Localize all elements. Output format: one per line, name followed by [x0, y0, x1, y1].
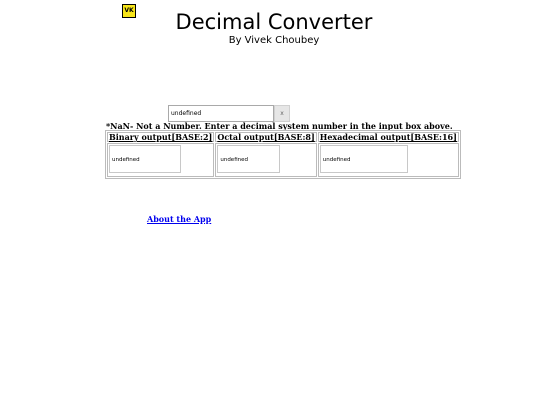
clear-button[interactable]: x — [274, 105, 290, 122]
page-title: Decimal Converter — [175, 10, 373, 34]
close-icon: x — [280, 110, 284, 117]
octal-output-field[interactable]: undefined — [217, 145, 281, 173]
decimal-input-group: x — [168, 105, 290, 122]
author-byline: By Vivek Choubey — [228, 35, 320, 46]
output-header-row: Binary output[BASE:2] Octal output[BASE:… — [107, 132, 459, 142]
hex-output-header: Hexadecimal output[BASE:16] — [317, 132, 459, 142]
binary-output-cell: undefined — [107, 143, 215, 177]
about-app-link[interactable]: About the App — [147, 214, 211, 224]
output-table: Binary output[BASE:2] Octal output[BASE:… — [105, 130, 461, 179]
hex-output-cell: undefined — [317, 143, 459, 177]
decimal-input[interactable] — [168, 105, 274, 122]
hex-output-field[interactable]: undefined — [319, 145, 408, 173]
octal-output-header: Octal output[BASE:8] — [215, 132, 317, 142]
binary-output-header: Binary output[BASE:2] — [107, 132, 215, 142]
binary-output-field[interactable]: undefined — [109, 145, 181, 173]
output-value-row: undefined undefined undefined — [107, 143, 459, 177]
octal-output-cell: undefined — [215, 143, 317, 177]
